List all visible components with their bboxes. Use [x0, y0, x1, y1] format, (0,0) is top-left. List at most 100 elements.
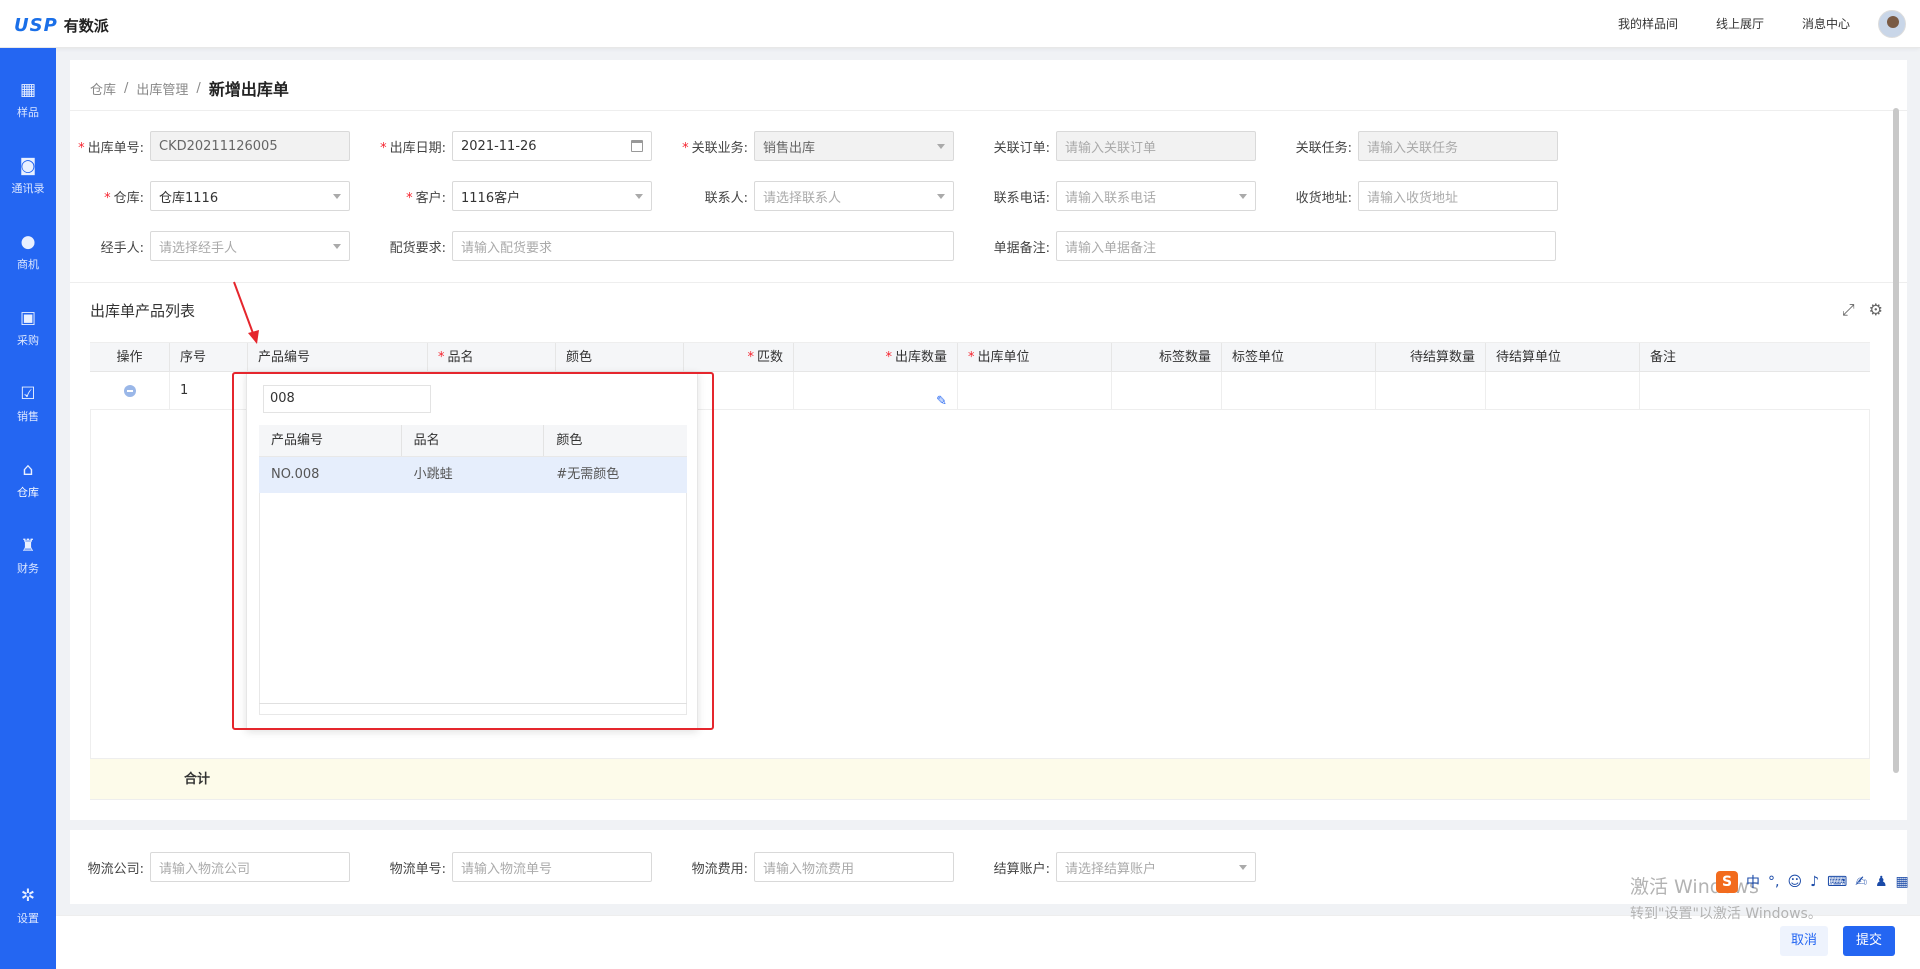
nav-my-samples[interactable]: 我的样品间: [1618, 15, 1678, 32]
sales-icon: ☑: [20, 384, 36, 404]
col-product-code: 产品编号: [248, 343, 428, 373]
punctuation-icon[interactable]: °,: [1768, 874, 1779, 890]
remark-field: 单据备注: 请输入单据备注: [976, 231, 1556, 261]
top-nav: 我的样品间 线上展厅 消息中心: [1618, 15, 1850, 32]
date-field: * 出库日期: 2021-11-26: [372, 131, 652, 161]
emoji-icon[interactable]: ☺: [1787, 874, 1802, 890]
account-select[interactable]: 请选择结算账户: [1056, 852, 1256, 882]
biz-field: * 关联业务: 销售出库: [674, 131, 954, 161]
breadcrumb-warehouse[interactable]: 仓库: [90, 79, 116, 98]
cell-out-qty[interactable]: ✎: [794, 372, 958, 410]
table-tools: ⤢ ⚙: [1842, 300, 1883, 320]
cell-out-unit[interactable]: [958, 372, 1112, 410]
sidebar-item-finance[interactable]: ♜ 财务: [0, 526, 56, 586]
sidebar-item-warehouse[interactable]: ⌂ 仓库: [0, 450, 56, 510]
sidebar-item-label: 设置: [17, 912, 39, 925]
delivery-field: 配货要求: 请输入配货要求: [372, 231, 954, 261]
chevron-down-icon: [937, 144, 945, 149]
col-tag-unit: 标签单位: [1222, 343, 1376, 373]
biz-select[interactable]: 销售出库: [754, 131, 954, 161]
cell-tag-qty[interactable]: [1112, 372, 1222, 410]
remark-input[interactable]: 请输入单据备注: [1056, 231, 1556, 261]
sidebar-item-purchase[interactable]: ▣ 采购: [0, 298, 56, 358]
phone-select[interactable]: 请输入联系电话: [1056, 181, 1256, 211]
remove-row-icon[interactable]: [123, 384, 136, 397]
microphone-icon[interactable]: ♪: [1810, 874, 1819, 890]
sidebar-item-label: 通讯录: [11, 182, 45, 195]
app-logo[interactable]: USP 有数派: [14, 14, 109, 36]
warehouse-select[interactable]: 仓库1116: [150, 181, 350, 211]
task-field: 关联任务: 请输入关联任务: [1278, 131, 1558, 161]
account-field: 结算账户: 请选择结算账户: [976, 852, 1256, 882]
sidebar-item-sales[interactable]: ☑ 销售: [0, 374, 56, 434]
fullscreen-icon[interactable]: ⤢: [1842, 300, 1855, 320]
sidebar: ▦ 样品 ◙ 通讯录 ● 商机 ▣ 采购 ☑ 销售 ⌂ 仓库 ♜ 财务 ✲ 设置: [0, 48, 56, 969]
order-no-input[interactable]: CKD20211126005: [150, 131, 350, 161]
contact-field: 联系人: 请选择联系人: [674, 181, 954, 211]
sidebar-item-label: 仓库: [17, 486, 39, 499]
toolbox-icon[interactable]: ▦: [1896, 874, 1909, 890]
col-out-qty: * 出库数量: [794, 343, 958, 373]
breadcrumb-outbound[interactable]: 出库管理: [136, 79, 188, 98]
contact-select[interactable]: 请选择联系人: [754, 181, 954, 211]
chevron-down-icon: [1239, 865, 1247, 870]
sidebar-item-label: 财务: [17, 562, 39, 575]
customer-select[interactable]: 1116客户: [452, 181, 652, 211]
sidebar-item-settings[interactable]: ✲ 设置: [0, 876, 56, 936]
logistics-fee-field: 物流费用: 请输入物流费用: [674, 852, 954, 882]
address-input[interactable]: 请输入收货地址: [1358, 181, 1558, 211]
date-input[interactable]: 2021-11-26: [452, 131, 652, 161]
sidebar-item-label: 销售: [17, 410, 39, 423]
logistics-no-field: 物流单号: 请输入物流单号: [372, 852, 652, 882]
keyboard-icon[interactable]: ⌨: [1827, 874, 1847, 890]
cancel-button[interactable]: 取消: [1780, 926, 1828, 956]
handler-select[interactable]: 请选择经手人: [150, 231, 350, 261]
avatar[interactable]: [1878, 10, 1906, 38]
submit-button[interactable]: 提交: [1843, 926, 1895, 956]
top-bar: USP 有数派 我的样品间 线上展厅 消息中心: [0, 0, 1920, 48]
annotation-highlight-box: [232, 372, 714, 730]
handwriting-icon[interactable]: ✍: [1855, 874, 1867, 890]
logistics-company-input[interactable]: 请输入物流公司: [150, 852, 350, 882]
logistics-company-field: 物流公司: 请输入物流公司: [70, 852, 350, 882]
col-tag-qty: 标签数量: [1112, 343, 1222, 373]
chevron-down-icon: [333, 194, 341, 199]
nav-online-showroom[interactable]: 线上展厅: [1716, 15, 1764, 32]
cell-pending-qty[interactable]: [1376, 372, 1486, 410]
action-footer: [56, 915, 1920, 969]
delivery-input[interactable]: 请输入配货要求: [452, 231, 954, 261]
order-input[interactable]: 请输入关联订单: [1056, 131, 1256, 161]
chevron-down-icon: [937, 194, 945, 199]
customer-field: * 客户: 1116客户: [372, 181, 652, 211]
cell-pending-unit[interactable]: [1486, 372, 1640, 410]
logistics-fee-input[interactable]: 请输入物流费用: [754, 852, 954, 882]
task-input[interactable]: 请输入关联任务: [1358, 131, 1558, 161]
sidebar-item-label: 采购: [17, 334, 39, 347]
logo-name: 有数派: [63, 16, 109, 35]
cell-tag-unit[interactable]: [1222, 372, 1376, 410]
col-action: 操作: [90, 343, 170, 373]
sidebar-item-samples[interactable]: ▦ 样品: [0, 70, 56, 130]
phone-field: 联系电话: 请输入联系电话: [976, 181, 1256, 211]
page-scrollbar[interactable]: [1893, 108, 1899, 773]
gear-icon[interactable]: ⚙: [1869, 300, 1883, 320]
ime-lang[interactable]: 中: [1746, 872, 1760, 892]
col-product-name: * 品名: [428, 343, 556, 373]
logistics-no-input[interactable]: 请输入物流单号: [452, 852, 652, 882]
sidebar-item-opportunity[interactable]: ● 商机: [0, 222, 56, 282]
section-title: 出库单产品列表: [90, 302, 196, 320]
cell-remark[interactable]: [1640, 372, 1870, 410]
order-no-field: * 出库单号: CKD20211126005: [70, 131, 350, 161]
chevron-down-icon: [635, 194, 643, 199]
handler-field: 经手人: 请选择经手人: [70, 231, 350, 261]
col-index: 序号: [170, 343, 248, 373]
skin-icon[interactable]: ♟: [1875, 874, 1888, 890]
chevron-down-icon: [333, 244, 341, 249]
purchase-icon: ▣: [19, 308, 37, 328]
nav-message-center[interactable]: 消息中心: [1802, 15, 1850, 32]
chevron-down-icon: [1239, 194, 1247, 199]
sidebar-item-contacts[interactable]: ◙ 通讯录: [0, 146, 56, 206]
finance-icon: ♜: [20, 536, 36, 556]
sogou-icon[interactable]: S: [1716, 871, 1738, 893]
logo-mark: USP: [14, 14, 58, 36]
